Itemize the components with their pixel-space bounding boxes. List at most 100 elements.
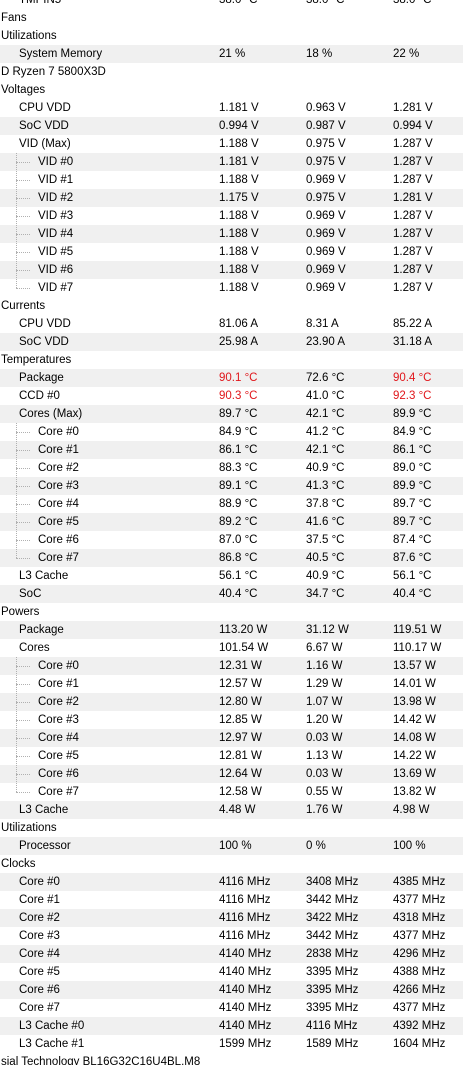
sensor-row[interactable]: Core #1 12.57 W 1.29 W 14.01 W — [0, 675, 463, 693]
sensor-row[interactable]: Package 90.1 °C 72.6 °C 90.4 °C — [0, 369, 463, 387]
sensor-label: L3 Cache — [19, 804, 69, 816]
value-max: 4318 MHz — [393, 912, 446, 924]
sensor-row[interactable]: Core #7 4140 MHz 3395 MHz 4377 MHz — [0, 999, 463, 1017]
value-current: 81.06 A — [219, 318, 259, 330]
value-current: 4116 MHz — [219, 912, 271, 924]
value-current: 12.81 W — [219, 750, 262, 762]
sensor-row[interactable]: Core #1 86.1 °C 42.1 °C 86.1 °C — [0, 441, 463, 459]
tree-guide-tick — [16, 522, 30, 523]
sensor-row[interactable]: Core #2 88.3 °C 40.9 °C 89.0 °C — [0, 459, 463, 477]
sensor-row[interactable]: Core #6 87.0 °C 37.5 °C 87.4 °C — [0, 531, 463, 549]
tree-guide-tick — [16, 252, 30, 253]
sensor-row[interactable]: VID #5 1.188 V 0.969 V 1.287 V — [0, 243, 463, 261]
sensor-label: CCD #0 — [19, 390, 60, 402]
sensor-row[interactable]: CPU VDD 1.181 V 0.963 V 1.281 V — [0, 99, 463, 117]
sensor-row[interactable]: Core #3 4116 MHz 3442 MHz 4377 MHz — [0, 927, 463, 945]
sensor-row[interactable]: SoC VDD 0.994 V 0.987 V 0.994 V — [0, 117, 463, 135]
sensor-label: Processor — [19, 840, 71, 852]
sensor-row[interactable]: Core #2 4116 MHz 3422 MHz 4318 MHz — [0, 909, 463, 927]
tree-guide-tick — [16, 684, 30, 685]
value-min: 1.76 W — [306, 804, 343, 816]
sensor-row[interactable]: Core #4 4140 MHz 2838 MHz 4296 MHz — [0, 945, 463, 963]
group-header[interactable]: Powers — [0, 603, 463, 621]
sensor-row[interactable]: Core #0 4116 MHz 3408 MHz 4385 MHz — [0, 873, 463, 891]
group-header[interactable]: Utilizations — [0, 27, 463, 45]
value-min: 23.90 A — [306, 336, 346, 348]
value-max: 1.287 V — [393, 156, 433, 168]
sensor-row[interactable]: SoC VDD 25.98 A 23.90 A 31.18 A — [0, 333, 463, 351]
group-header[interactable]: Currents — [0, 297, 463, 315]
value-current: 100 % — [219, 840, 252, 852]
sensor-row[interactable]: Processor 100 % 0 % 100 % — [0, 837, 463, 855]
group-header[interactable]: Clocks — [0, 855, 463, 873]
sensor-row[interactable]: L3 Cache #0 4140 MHz 4116 MHz 4392 MHz — [0, 1017, 463, 1035]
value-max: 22 % — [393, 48, 420, 60]
sensor-row[interactable]: Core #0 12.31 W 1.16 W 13.57 W — [0, 657, 463, 675]
sensor-row[interactable]: Core #5 89.2 °C 41.6 °C 89.7 °C — [0, 513, 463, 531]
group-header[interactable]: Fans — [0, 9, 463, 27]
group-header[interactable]: sial Technology BL16G32C16U4BL.M8 — [0, 1053, 463, 1065]
sensor-row[interactable]: L3 Cache 56.1 °C 40.9 °C 56.1 °C — [0, 567, 463, 585]
tree-guide-tick — [16, 702, 30, 703]
sensor-row[interactable]: SoC 40.4 °C 34.7 °C 40.4 °C — [0, 585, 463, 603]
value-min: 8.31 A — [306, 318, 339, 330]
tree-guide-tick — [16, 432, 30, 433]
sensor-row[interactable]: System Memory 21 % 18 % 22 % — [0, 45, 463, 63]
sensor-row[interactable]: CCD #0 90.3 °C 41.0 °C 92.3 °C — [0, 387, 463, 405]
group-header[interactable]: D Ryzen 7 5800X3D — [0, 63, 463, 81]
value-max: 110.17 W — [393, 642, 442, 654]
sensor-row[interactable]: VID (Max) 1.188 V 0.975 V 1.287 V — [0, 135, 463, 153]
sensor-row[interactable]: VID #7 1.188 V 0.969 V 1.287 V — [0, 279, 463, 297]
value-max: 4385 MHz — [393, 876, 446, 888]
sensor-row[interactable]: VID #1 1.188 V 0.969 V 1.287 V — [0, 171, 463, 189]
value-current: 1.181 V — [219, 102, 259, 114]
sensor-row[interactable]: Cores 101.54 W 6.67 W 110.17 W — [0, 639, 463, 657]
group-header[interactable]: Voltages — [0, 81, 463, 99]
value-min: 40.9 °C — [306, 462, 345, 474]
group-header[interactable]: Temperatures — [0, 351, 463, 369]
value-current: 38.0 °C — [219, 0, 258, 6]
sensor-row[interactable]: Core #7 86.8 °C 40.5 °C 87.6 °C — [0, 549, 463, 567]
value-current: 1.175 V — [219, 192, 259, 204]
sensor-row[interactable]: Core #6 12.64 W 0.03 W 13.69 W — [0, 765, 463, 783]
group-header[interactable]: Utilizations — [0, 819, 463, 837]
sensor-row[interactable]: VID #0 1.181 V 0.975 V 1.287 V — [0, 153, 463, 171]
sensor-row[interactable]: Core #5 12.81 W 1.13 W 14.22 W — [0, 747, 463, 765]
sensor-label: VID #7 — [38, 282, 74, 294]
sensor-row[interactable]: Core #3 12.85 W 1.20 W 14.42 W — [0, 711, 463, 729]
sensor-row[interactable]: CPU VDD 81.06 A 8.31 A 85.22 A — [0, 315, 463, 333]
sensor-tree[interactable]: TMPIN5 38.0 °C 38.0 °C 38.0 °C Fans Utilizati… — [0, 0, 463, 1065]
sensor-row[interactable]: Core #1 4116 MHz 3442 MHz 4377 MHz — [0, 891, 463, 909]
sensor-row[interactable]: Core #4 12.97 W 0.03 W 14.08 W — [0, 729, 463, 747]
value-max: 89.7 °C — [393, 498, 432, 510]
sensor-row[interactable]: VID #6 1.188 V 0.969 V 1.287 V — [0, 261, 463, 279]
sensor-row[interactable]: Package 113.20 W 31.12 W 119.51 W — [0, 621, 463, 639]
tree-guide-tick — [16, 198, 30, 199]
value-min: 1.20 W — [306, 714, 343, 726]
sensor-row[interactable]: TMPIN5 38.0 °C 38.0 °C 38.0 °C — [0, 0, 463, 9]
value-max: 56.1 °C — [393, 570, 432, 582]
sensor-label: Core #6 — [19, 984, 60, 996]
value-current: 12.57 W — [219, 678, 262, 690]
sensor-row[interactable]: Core #5 4140 MHz 3395 MHz 4388 MHz — [0, 963, 463, 981]
value-current: 1.181 V — [219, 156, 259, 168]
value-current: 12.85 W — [219, 714, 262, 726]
sensor-row[interactable]: Core #3 89.1 °C 41.3 °C 89.9 °C — [0, 477, 463, 495]
sensor-row[interactable]: Core #6 4140 MHz 3395 MHz 4266 MHz — [0, 981, 463, 999]
sensor-row[interactable]: L3 Cache 4.48 W 1.76 W 4.98 W — [0, 801, 463, 819]
value-current: 1.188 V — [219, 282, 259, 294]
value-current: 4140 MHz — [219, 1002, 272, 1014]
sensor-row[interactable]: VID #3 1.188 V 0.969 V 1.287 V — [0, 207, 463, 225]
sensor-row[interactable]: Core #7 12.58 W 0.55 W 13.82 W — [0, 783, 463, 801]
sensor-label: SoC — [19, 588, 42, 600]
sensor-row[interactable]: Core #4 88.9 °C 37.8 °C 89.7 °C — [0, 495, 463, 513]
value-max: 89.0 °C — [393, 462, 432, 474]
sensor-row[interactable]: Core #0 84.9 °C 41.2 °C 84.9 °C — [0, 423, 463, 441]
sensor-row[interactable]: Cores (Max) 89.7 °C 42.1 °C 89.9 °C — [0, 405, 463, 423]
sensor-row[interactable]: VID #4 1.188 V 0.969 V 1.287 V — [0, 225, 463, 243]
sensor-row[interactable]: Core #2 12.80 W 1.07 W 13.98 W — [0, 693, 463, 711]
sensor-row[interactable]: VID #2 1.175 V 0.975 V 1.281 V — [0, 189, 463, 207]
tree-guide-tick — [16, 288, 30, 289]
sensor-row[interactable]: L3 Cache #1 1599 MHz 1589 MHz 1604 MHz — [0, 1035, 463, 1053]
value-min: 2838 MHz — [306, 948, 359, 960]
